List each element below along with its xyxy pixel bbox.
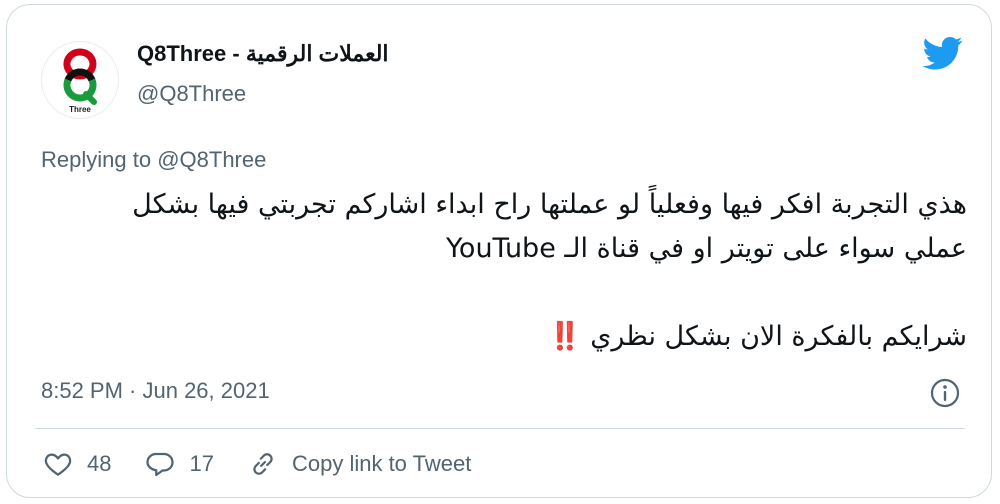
like-count: 48 <box>87 451 112 476</box>
replying-prefix: Replying to <box>41 147 152 172</box>
divider <box>35 428 965 429</box>
tweet-card[interactable]: Three Q8Three - العملات الرقمية @Q8Three… <box>6 4 992 498</box>
tweet-timestamp[interactable]: 8:52 PM · Jun 26, 2021 <box>41 378 270 404</box>
avatar-logo-text: Three <box>69 105 91 114</box>
author-handle[interactable]: @Q8Three <box>137 81 246 107</box>
author-name-text: Q8Three - العملات الرقمية <box>137 41 389 66</box>
double-exclamation-emoji: ‼️ <box>548 321 582 352</box>
tweet-line-3-wrap: شرايكم بالفكرة الان بشكل نظري ‼️ <box>107 315 967 359</box>
author-name[interactable]: Q8Three - العملات الرقمية <box>137 41 389 67</box>
copy-link-label: Copy link to Tweet <box>291 451 472 476</box>
avatar[interactable]: Three <box>41 41 119 119</box>
twitter-bird-icon[interactable] <box>921 33 965 73</box>
reply-action[interactable]: 17 <box>145 449 214 479</box>
copy-link-action[interactable]: Copy link to Tweet <box>248 449 471 479</box>
replying-mention-link[interactable]: @Q8Three <box>157 147 266 172</box>
tweet-actions: 48 17 Copy link to Tweet <box>43 449 505 479</box>
reply-count: 17 <box>189 451 214 476</box>
heart-icon[interactable] <box>43 449 73 479</box>
q8three-logo: Three <box>63 48 97 114</box>
tweet-line-1: هذي التجربة افكر فيها وفعلياً لو عملتها … <box>132 189 967 220</box>
replying-to: Replying to @Q8Three <box>41 147 266 173</box>
tweet-line-2: عملي سواء على تويتر او في قناة الـ YouTu… <box>446 233 967 264</box>
tweet-line-3: شرايكم بالفكرة الان بشكل نظري <box>590 321 967 352</box>
link-icon[interactable] <box>248 449 278 479</box>
like-action[interactable]: 48 <box>43 449 111 479</box>
tweet-text: هذي التجربة افكر فيها وفعلياً لو عملتها … <box>107 183 967 359</box>
reply-bubble-icon[interactable] <box>145 449 175 479</box>
info-icon[interactable] <box>929 377 961 409</box>
